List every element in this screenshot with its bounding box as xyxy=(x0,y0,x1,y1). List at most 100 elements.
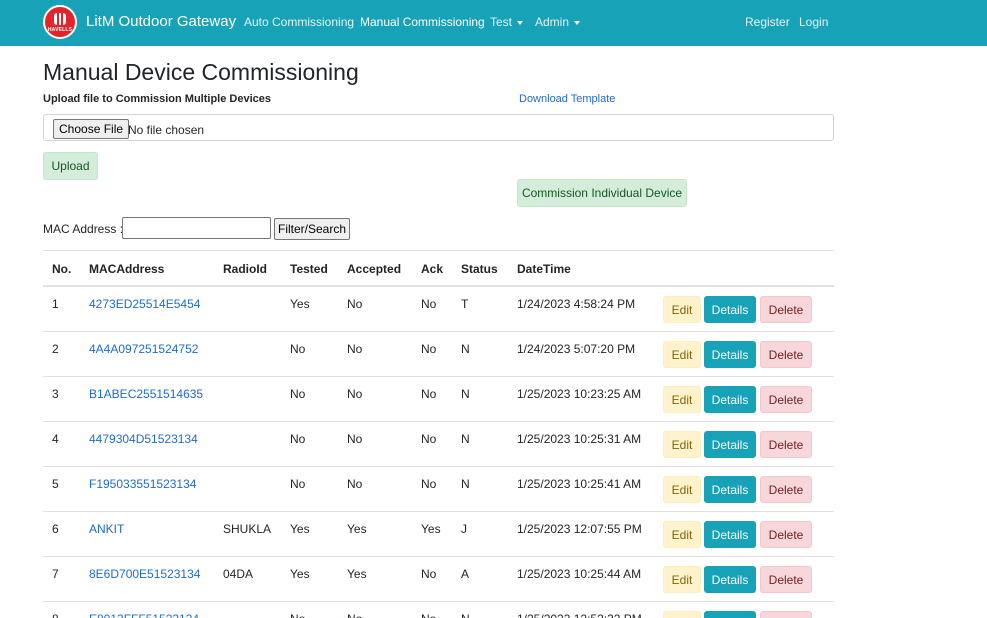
delete-button[interactable]: Delete xyxy=(760,476,812,503)
brand-title[interactable]: LitM Outdoor Gateway xyxy=(86,13,236,30)
cell-no: 2 xyxy=(52,342,59,356)
table-row: 7 8E6D700E51523134 04DA Yes Yes No A 1/25/2023 … xyxy=(43,557,834,602)
mac-address-link[interactable]: ANKIT xyxy=(89,522,124,536)
nav-test-label: Test xyxy=(490,15,513,29)
edit-button[interactable]: Edit xyxy=(663,296,701,323)
commission-individual-device-button[interactable]: Commission Individual Device xyxy=(517,179,687,207)
cell-no: 7 xyxy=(52,567,59,581)
cell-status: N xyxy=(461,387,470,401)
cell-status: N xyxy=(461,477,470,491)
cell-datetime: 1/25/2023 10:23:25 AM xyxy=(517,387,642,401)
details-button[interactable]: Details xyxy=(704,296,756,323)
cell-no: 3 xyxy=(52,387,59,401)
delete-button[interactable]: Delete xyxy=(760,386,812,413)
cell-status: N xyxy=(461,342,470,356)
cell-no: 4 xyxy=(52,432,59,446)
nav-test-dropdown[interactable]: Test xyxy=(490,15,524,29)
table-header: No. MACAddress RadioId Tested Accepted A… xyxy=(43,250,834,287)
table-row: 3 B1ABEC2551514635 No No No N 1/25/2023 10:23:… xyxy=(43,377,834,422)
mac-address-link[interactable]: 4479304D51523134 xyxy=(89,432,198,446)
cell-radio-id: 04DA xyxy=(223,567,254,581)
caret-down-icon xyxy=(574,20,581,25)
delete-button[interactable]: Delete xyxy=(760,296,812,323)
details-button[interactable]: Details xyxy=(704,521,756,548)
mac-address-link[interactable]: F195033551523134 xyxy=(89,477,196,491)
cell-accepted: No xyxy=(347,342,363,356)
cell-tested: No xyxy=(290,612,305,618)
edit-button[interactable]: Edit xyxy=(663,521,701,548)
delete-button[interactable]: Delete xyxy=(760,566,812,593)
caret-down-icon xyxy=(517,20,524,25)
file-status: No file chosen xyxy=(128,123,205,137)
details-button[interactable]: Details xyxy=(704,341,756,368)
upload-button[interactable]: Upload xyxy=(43,152,98,180)
nav-admin-dropdown[interactable]: Admin xyxy=(535,15,581,29)
cell-ack: No xyxy=(421,342,437,356)
cell-accepted: Yes xyxy=(347,522,367,536)
cell-ack: Yes xyxy=(421,522,441,536)
cell-tested: Yes xyxy=(290,297,310,311)
table-row: 6 ANKIT SHUKLA Yes Yes Yes J 1/25/2023 12:07:55… xyxy=(43,512,834,557)
details-button[interactable]: Details xyxy=(704,431,756,458)
details-button[interactable]: Details xyxy=(704,566,756,593)
cell-radio-id: SHUKLA xyxy=(223,522,272,536)
mac-address-link[interactable]: 4A4A097251524752 xyxy=(89,342,198,356)
file-input[interactable]: Choose File No file chosen xyxy=(43,114,834,141)
cell-status: A xyxy=(461,567,470,581)
header-datetime: DateTime xyxy=(517,262,571,276)
mac-address-link[interactable]: B1ABEC2551514635 xyxy=(89,387,203,401)
cell-status: N xyxy=(461,612,470,618)
mac-address-link[interactable]: 8E6D700E51523134 xyxy=(89,567,200,581)
edit-button[interactable]: Edit xyxy=(663,476,701,503)
cell-datetime: 1/25/2023 12:52:32 PM xyxy=(517,612,642,618)
header-status: Status xyxy=(461,262,498,276)
cell-datetime: 1/24/2023 5:07:20 PM xyxy=(517,342,636,356)
cell-accepted: No xyxy=(347,432,363,446)
details-button[interactable]: Details xyxy=(704,476,756,503)
mac-address-link[interactable]: E8013FFF51523134 xyxy=(89,612,199,618)
cell-status: T xyxy=(461,297,469,311)
cell-no: 8 xyxy=(52,612,59,618)
delete-button[interactable]: Delete xyxy=(760,341,812,368)
table-row: 1 4273ED25514E5454 Yes No No T 1/24/2023 4:58:… xyxy=(43,287,834,332)
cell-no: 5 xyxy=(52,477,59,491)
page-title: Manual Device Commissioning xyxy=(43,59,359,85)
nav-manual-commissioning[interactable]: Manual Commissioning xyxy=(360,15,485,29)
filter-search-button[interactable]: Filter/Search xyxy=(274,218,350,240)
delete-button[interactable]: Delete xyxy=(760,521,812,548)
mac-address-link[interactable]: 4273ED25514E5454 xyxy=(89,297,200,311)
table-body: 1 4273ED25514E5454 Yes No No T 1/24/2023 4:58:… xyxy=(43,287,834,618)
header-tested: Tested xyxy=(290,262,328,276)
details-button[interactable]: Details xyxy=(704,611,756,618)
cell-tested: No xyxy=(290,432,306,446)
download-template-link[interactable]: Download Template xyxy=(519,93,615,105)
mac-address-input[interactable] xyxy=(122,217,271,239)
navbar: HAVELLS LitM Outdoor Gateway Auto Commis… xyxy=(0,0,987,46)
delete-button[interactable]: Delete xyxy=(760,611,812,618)
logo-text: HAVELLS xyxy=(47,27,73,33)
table-row: 5 F195033551523134 No No No N 1/25/2023 10:25:… xyxy=(43,467,834,512)
edit-button[interactable]: Edit xyxy=(663,566,701,593)
choose-file-button[interactable]: Choose File xyxy=(53,119,130,139)
cell-datetime: 1/25/2023 10:25:44 AM xyxy=(517,567,642,581)
cell-status: N xyxy=(461,432,470,446)
upload-label: Upload file to Commission Multiple Devic… xyxy=(43,93,271,105)
cell-tested: No xyxy=(290,342,306,356)
cell-ack: No xyxy=(421,612,436,618)
edit-button[interactable]: Edit xyxy=(663,611,701,618)
havells-logo-icon[interactable]: HAVELLS xyxy=(43,5,77,39)
edit-button[interactable]: Edit xyxy=(663,386,701,413)
table-row: 4 4479304D51523134 No No No N 1/25/2023 10:25:… xyxy=(43,422,834,467)
cell-tested: No xyxy=(290,387,306,401)
delete-button[interactable]: Delete xyxy=(760,431,812,458)
nav-login[interactable]: Login xyxy=(799,15,828,29)
cell-accepted: No xyxy=(347,387,363,401)
details-button[interactable]: Details xyxy=(704,386,756,413)
nav-register[interactable]: Register xyxy=(745,15,790,29)
header-macaddress: MACAddress xyxy=(89,262,165,276)
cell-no: 6 xyxy=(52,522,59,536)
edit-button[interactable]: Edit xyxy=(663,431,701,458)
nav-auto-commissioning[interactable]: Auto Commissioning xyxy=(244,15,354,29)
edit-button[interactable]: Edit xyxy=(663,341,701,368)
cell-tested: No xyxy=(290,477,306,491)
